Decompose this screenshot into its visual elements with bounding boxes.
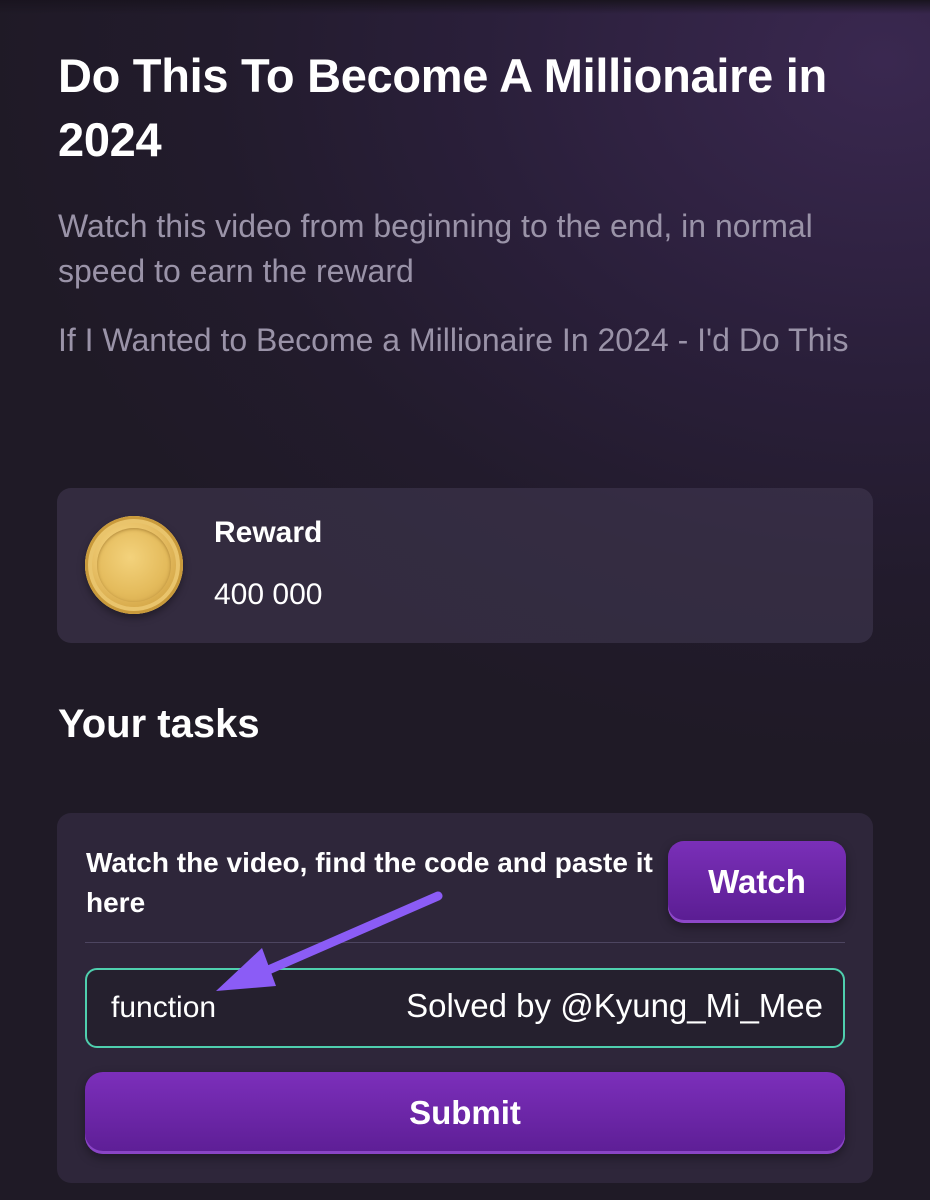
task-description: Watch this video from beginning to the e…: [58, 208, 813, 289]
reward-label: Reward: [214, 516, 323, 549]
watch-button[interactable]: Watch: [668, 841, 846, 923]
reward-card: Reward 400 000: [57, 488, 873, 643]
tasks-heading: Your tasks: [58, 702, 260, 746]
coin-icon-face: [97, 528, 171, 602]
task-instruction: Watch the video, find the code and paste…: [86, 847, 653, 918]
page-title: Do This To Become A Millionaire in 2024: [58, 49, 827, 166]
coin-icon: [85, 516, 183, 614]
video-title: If I Wanted to Become a Millionaire In 2…: [58, 322, 849, 358]
code-input-container: Solved by @Kyung_Mi_Mee: [85, 968, 845, 1048]
task-card: Watch the video, find the code and paste…: [57, 813, 873, 1183]
top-edge-shadow: [0, 0, 930, 14]
reward-value: 400 000: [214, 578, 323, 611]
code-input[interactable]: [87, 970, 843, 1046]
divider: [85, 942, 845, 943]
submit-button[interactable]: Submit: [85, 1072, 845, 1154]
